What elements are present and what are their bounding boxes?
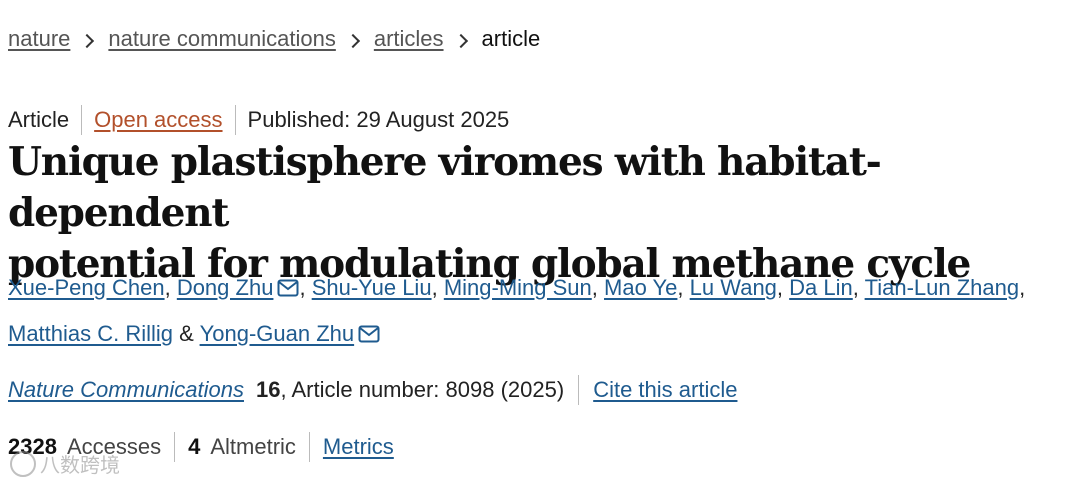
author-link[interactable]: Ming-Ming Sun (444, 275, 592, 300)
watermark-logo-icon (10, 450, 36, 477)
author-ampersand: & (179, 321, 194, 346)
author-link[interactable]: Yong-Guan Zhu (200, 321, 355, 346)
divider (578, 375, 580, 405)
separator: , (1019, 275, 1026, 300)
watermark: 八数跨境 (10, 449, 120, 478)
separator: , (591, 275, 598, 300)
published-date: Published: 29 August 2025 (247, 107, 510, 132)
separator: , (299, 275, 306, 300)
author-link[interactable]: Dong Zhu (177, 275, 274, 300)
separator: , (164, 275, 171, 300)
separator: , (776, 275, 784, 300)
altmetric-label: Altmetric (210, 434, 296, 459)
breadcrumb: nature nature communications articles ar… (8, 26, 540, 52)
metrics-link[interactable]: Metrics (323, 434, 394, 460)
altmetric-count: 4 (188, 434, 201, 459)
divider (174, 432, 176, 462)
separator: , (431, 275, 438, 300)
mail-icon[interactable] (277, 268, 299, 312)
separator: , (677, 275, 684, 300)
author-link[interactable]: Shu-Yue Liu (312, 275, 432, 300)
author-link[interactable]: Matthias C. Rillig (8, 321, 173, 346)
title-line-1: Unique plastisphere viromes with habitat… (8, 139, 882, 236)
author-link[interactable]: Xue-Peng Chen (8, 275, 165, 300)
separator: , (852, 275, 859, 300)
breadcrumb-nature-communications[interactable]: nature communications (108, 26, 335, 52)
watermark-text: 八数跨境 (40, 455, 120, 477)
cite-this-article-link[interactable]: Cite this article (593, 377, 737, 403)
open-access-link[interactable]: Open access (94, 107, 222, 133)
divider (234, 105, 236, 135)
author-list: Xue-Peng Chen, Dong Zhu, Shu-Yue Liu, Mi… (8, 266, 1073, 358)
article-type: Article (8, 107, 70, 132)
chevron-right-icon (444, 26, 482, 52)
article-number: , Article number: 8098 (2025) (280, 377, 565, 402)
journal-link[interactable]: Nature Communications (8, 377, 244, 403)
volume-number: 16 (255, 377, 281, 402)
author-link[interactable]: Lu Wang (690, 275, 777, 300)
breadcrumb-nature[interactable]: nature (8, 26, 70, 52)
citation-line: Nature Communications 16 , Article numbe… (8, 375, 737, 405)
chevron-right-icon (336, 26, 374, 52)
divider (308, 432, 310, 462)
chevron-right-icon (70, 26, 108, 52)
author-link[interactable]: Mao Ye (604, 275, 677, 300)
mail-icon[interactable] (358, 314, 380, 358)
divider (81, 105, 83, 135)
author-link[interactable]: Da Lin (789, 275, 853, 300)
article-meta: Article Open access Published: 29 August… (8, 105, 509, 135)
author-link[interactable]: Tian-Lun Zhang (865, 275, 1020, 300)
breadcrumb-articles[interactable]: articles (374, 26, 444, 52)
breadcrumb-current: article (481, 26, 541, 51)
